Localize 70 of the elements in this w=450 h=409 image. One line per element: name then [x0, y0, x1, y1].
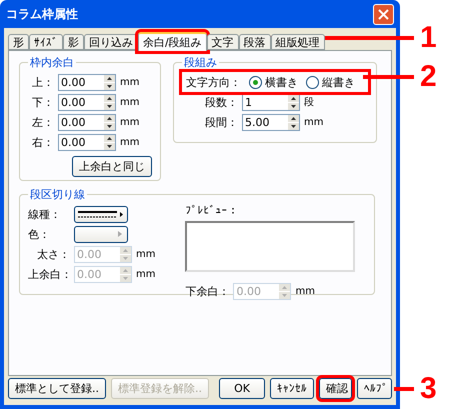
unit-label: mm [120, 136, 140, 148]
unit-label: mm [304, 116, 324, 128]
number-field[interactable]: 0.00 [58, 94, 116, 110]
field-label: 上余白： [28, 266, 70, 282]
field-label: 文字方向： [186, 74, 241, 90]
field-label: 段数： [204, 94, 238, 110]
unit-label: 段 [304, 96, 314, 109]
line-type-picker[interactable] [74, 206, 128, 222]
unit-label: mm [136, 248, 156, 260]
dialog-button[interactable]: OK [219, 378, 265, 399]
tab[interactable]: 組版処理 [270, 34, 325, 50]
dialog-button[interactable]: 確認 [319, 378, 352, 399]
spinner-icon[interactable] [104, 114, 115, 130]
number-input[interactable]: 0.00 [59, 76, 103, 88]
radio-option[interactable]: 横書き [249, 74, 298, 90]
dialog-button[interactable]: ﾍﾙﾌﾟ [357, 378, 392, 399]
tab[interactable]: 影 [63, 34, 84, 50]
field-label: 線種： [28, 206, 62, 222]
tab[interactable]: 余白/段組み [138, 32, 207, 51]
number-input[interactable]: 0.00 [59, 136, 103, 148]
tab[interactable]: 文字 [206, 34, 239, 50]
spinner-icon[interactable] [104, 74, 115, 90]
spinner-icon[interactable] [104, 94, 115, 110]
number-input[interactable]: 0.00 [59, 96, 103, 108]
preview-label: ﾌﾟﾚﾋﾞｭｰ： [185, 204, 240, 217]
same-as-top-button[interactable]: 上余白と同じ [72, 156, 152, 176]
field-label: 色： [28, 226, 51, 242]
radio-icon[interactable] [306, 76, 319, 88]
field-label: 左： [31, 114, 54, 130]
callout-number: 2 [420, 62, 437, 92]
tab[interactable]: 回り込み [84, 34, 138, 50]
window-title: コラム枠属性 [6, 6, 78, 22]
number-field[interactable]: 0.00 [58, 114, 116, 130]
dialog-button[interactable]: ｷｬﾝｾﾙ [270, 378, 314, 399]
number-field[interactable]: 0.00 [58, 134, 116, 150]
unit-label: mm [120, 116, 140, 128]
caret-icon [118, 231, 122, 237]
callout-number: 3 [420, 374, 437, 404]
field-label: 右： [31, 134, 54, 150]
group-title: 段組み [183, 55, 218, 70]
tab[interactable]: 形 [8, 34, 29, 50]
spinner-icon[interactable] [288, 94, 299, 110]
field-label: 上： [31, 74, 54, 90]
unit-label: mm [120, 96, 140, 108]
spinner-icon[interactable] [104, 134, 115, 150]
line-style-icon [77, 208, 125, 220]
number-input[interactable]: 1 [243, 96, 287, 108]
dialog-button[interactable]: 標準として登録.. [8, 378, 106, 399]
unit-label: mm [136, 268, 156, 280]
close-icon [378, 8, 389, 20]
field-label: 下余白： [185, 284, 230, 298]
tab[interactable]: 段落 [238, 34, 271, 50]
group-title: 段区切り線 [29, 187, 86, 202]
unit-label: mm [120, 76, 140, 88]
radio-option[interactable]: 縦書き [306, 74, 355, 90]
number-input[interactable]: 0.00 [59, 116, 103, 128]
tab[interactable]: ｻｲｽﾞ [29, 34, 63, 50]
field-label: 下： [31, 94, 54, 110]
close-button[interactable] [373, 4, 394, 24]
number-field[interactable]: 0.00 [58, 74, 116, 90]
unit-label: mm [295, 286, 315, 296]
radio-icon[interactable] [249, 76, 262, 88]
color-picker[interactable] [74, 226, 128, 242]
callout-number: 1 [420, 23, 437, 53]
group-title: 枠内余白 [29, 55, 75, 70]
field-label: 段間： [204, 114, 238, 130]
spinner-icon[interactable] [288, 114, 299, 130]
number-field[interactable]: 5.00 [242, 114, 300, 130]
number-input[interactable]: 5.00 [243, 116, 287, 128]
field-label: 太さ： [36, 246, 70, 262]
